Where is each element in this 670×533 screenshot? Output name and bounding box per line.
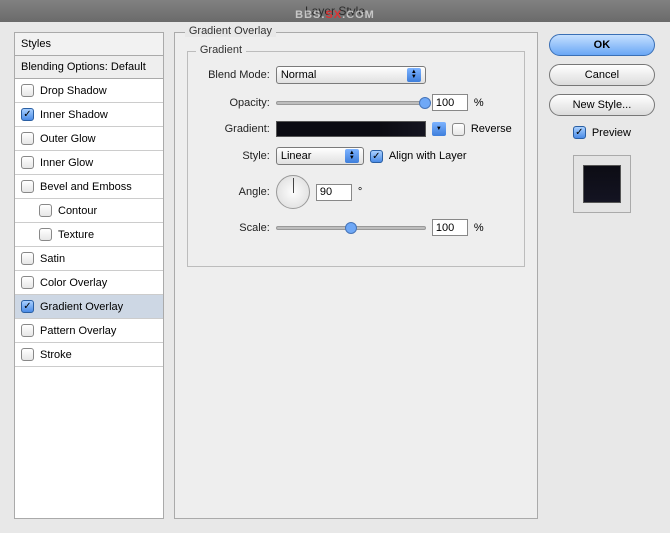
angle-label: Angle: — [200, 186, 270, 198]
scale-slider[interactable] — [276, 226, 426, 230]
ok-button[interactable]: OK — [549, 34, 655, 56]
style-label: Bevel and Emboss — [40, 181, 132, 193]
slider-thumb[interactable] — [345, 222, 357, 234]
style-select[interactable]: Linear ▲▼ — [276, 147, 364, 165]
style-row-outer-glow[interactable]: Outer Glow — [15, 127, 163, 151]
preview-checkbox[interactable]: ✓ — [573, 126, 586, 139]
right-panel: OK Cancel New Style... ✓ Preview — [548, 32, 656, 519]
style-label: Drop Shadow — [40, 85, 107, 97]
updown-icon: ▲▼ — [407, 68, 421, 82]
style-label: Pattern Overlay — [40, 325, 116, 337]
style-row-satin[interactable]: Satin — [15, 247, 163, 271]
opacity-slider[interactable] — [276, 101, 426, 105]
style-checkbox[interactable] — [21, 276, 34, 289]
style-label: Inner Shadow — [40, 109, 108, 121]
style-checkbox[interactable] — [21, 180, 34, 193]
opacity-input[interactable] — [432, 94, 468, 111]
dropdown-icon[interactable]: ▼ — [432, 122, 446, 136]
style-row-contour[interactable]: Contour — [15, 199, 163, 223]
style-row-stroke[interactable]: Stroke — [15, 343, 163, 367]
styles-panel: Styles Blending Options: Default Drop Sh… — [14, 32, 164, 519]
style-label: Gradient Overlay — [40, 301, 123, 313]
style-label: Texture — [58, 229, 94, 241]
window-title: Layer Style — [305, 4, 365, 18]
style-label: Stroke — [40, 349, 72, 361]
opacity-label: Opacity: — [200, 97, 270, 109]
style-row-texture[interactable]: Texture — [15, 223, 163, 247]
gradient-label: Gradient: — [200, 123, 270, 135]
align-label: Align with Layer — [389, 150, 467, 162]
align-checkbox[interactable]: ✓ — [370, 150, 383, 163]
fieldset-legend: Gradient — [196, 44, 246, 56]
blend-mode-select[interactable]: Normal ▲▼ — [276, 66, 426, 84]
style-label: Inner Glow — [40, 157, 93, 169]
style-checkbox[interactable]: ✓ — [21, 108, 34, 121]
scale-unit: % — [474, 222, 484, 234]
style-checkbox[interactable] — [21, 84, 34, 97]
gradient-swatch[interactable] — [276, 121, 426, 137]
styles-header[interactable]: Styles — [15, 33, 163, 56]
angle-unit: ° — [358, 186, 362, 198]
cancel-button[interactable]: Cancel — [549, 64, 655, 86]
updown-icon: ▲▼ — [345, 149, 359, 163]
style-checkbox[interactable] — [21, 132, 34, 145]
style-checkbox[interactable] — [21, 156, 34, 169]
style-row-pattern-overlay[interactable]: Pattern Overlay — [15, 319, 163, 343]
style-checkbox[interactable]: ✓ — [21, 300, 34, 313]
reverse-checkbox[interactable] — [452, 123, 465, 136]
preview-swatch-inner — [583, 165, 621, 203]
style-row-inner-shadow[interactable]: ✓ Inner Shadow — [15, 103, 163, 127]
gradient-fieldset: Gradient Blend Mode: Normal ▲▼ Opacity: … — [187, 51, 525, 267]
blending-options-row[interactable]: Blending Options: Default — [15, 56, 163, 79]
style-checkbox[interactable] — [21, 348, 34, 361]
style-mode-label: Style: — [200, 150, 270, 162]
style-checkbox[interactable] — [39, 204, 52, 217]
style-row-bevel-and-emboss[interactable]: Bevel and Emboss — [15, 175, 163, 199]
reverse-label: Reverse — [471, 123, 512, 135]
layer-style-dialog: Layer Style BBS.SX.COM Styles Blending O… — [0, 0, 670, 533]
angle-dial[interactable] — [276, 175, 310, 209]
opacity-unit: % — [474, 97, 484, 109]
style-value: Linear — [281, 150, 312, 162]
style-label: Satin — [40, 253, 65, 265]
style-label: Outer Glow — [40, 133, 96, 145]
titlebar: Layer Style BBS.SX.COM — [0, 0, 670, 22]
style-row-drop-shadow[interactable]: Drop Shadow — [15, 79, 163, 103]
blend-mode-value: Normal — [281, 69, 316, 81]
style-row-gradient-overlay[interactable]: ✓ Gradient Overlay — [15, 295, 163, 319]
scale-label: Scale: — [200, 222, 270, 234]
settings-panel: Gradient Overlay Gradient Blend Mode: No… — [174, 32, 538, 519]
style-row-inner-glow[interactable]: Inner Glow — [15, 151, 163, 175]
slider-thumb[interactable] — [419, 97, 431, 109]
style-checkbox[interactable] — [39, 228, 52, 241]
style-label: Contour — [58, 205, 97, 217]
preview-swatch — [573, 155, 631, 213]
new-style-button[interactable]: New Style... — [549, 94, 655, 116]
style-label: Color Overlay — [40, 277, 107, 289]
group-title: Gradient Overlay — [185, 25, 276, 37]
blend-mode-label: Blend Mode: — [200, 69, 270, 81]
scale-input[interactable] — [432, 219, 468, 236]
style-row-color-overlay[interactable]: Color Overlay — [15, 271, 163, 295]
style-checkbox[interactable] — [21, 252, 34, 265]
angle-input[interactable] — [316, 184, 352, 201]
style-checkbox[interactable] — [21, 324, 34, 337]
preview-label: Preview — [592, 127, 631, 139]
